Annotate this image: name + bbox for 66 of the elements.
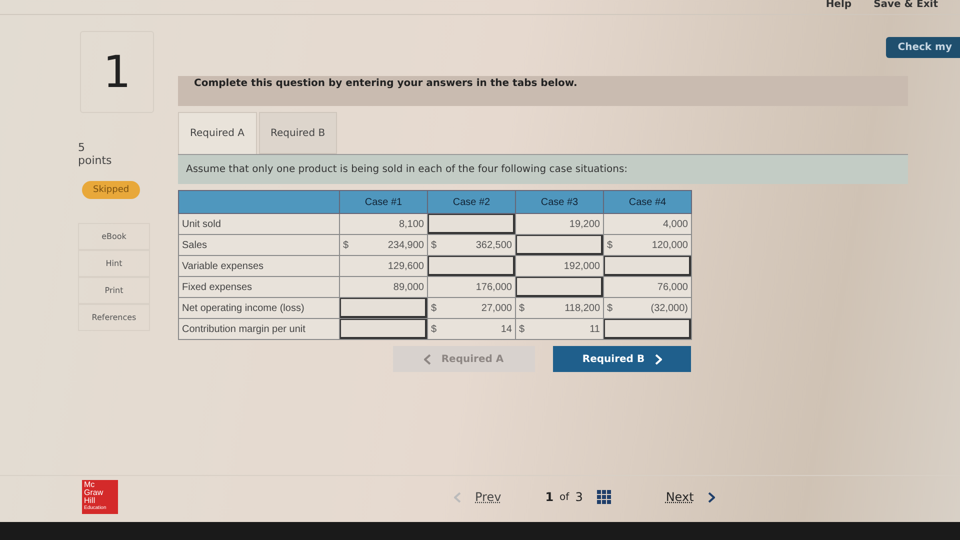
question-number: 1 <box>80 31 154 113</box>
cell-value: 19,200 <box>569 218 600 230</box>
currency-sign: $ <box>431 240 437 250</box>
currency-sign: $ <box>519 324 525 334</box>
row-label: Contribution margin per unit <box>178 318 340 340</box>
cell-value: 11 <box>590 324 600 334</box>
currency-sign: $ <box>431 302 437 314</box>
tool-button[interactable]: Print <box>78 277 150 304</box>
chevron-right-icon <box>654 354 662 364</box>
section-nav-button[interactable]: Required B <box>553 346 691 372</box>
answer-field[interactable] <box>516 277 603 297</box>
cell-value: (32,000) <box>650 302 688 314</box>
tab[interactable]: Required B <box>258 112 338 154</box>
check-button[interactable]: Check my <box>886 37 960 58</box>
cell-value: 14 <box>500 324 512 334</box>
prompt-text: Assume that only one product is being sold in each of the four following case situations: <box>178 154 908 184</box>
chevron-left-icon <box>454 492 461 502</box>
column-header: Case #3 <box>516 190 604 214</box>
answer-field[interactable] <box>516 235 603 255</box>
cell-value: 27,000 <box>481 302 512 314</box>
row-label: Unit sold <box>178 214 340 234</box>
cell-value: 89,000 <box>393 282 424 292</box>
cell-value: 176,000 <box>476 282 512 292</box>
cell-value: 4,000 <box>662 218 688 230</box>
row-label: Variable expenses <box>178 256 340 276</box>
grid-icon[interactable] <box>596 490 612 504</box>
page-total: 3 <box>575 490 583 504</box>
points-label: points <box>78 154 112 167</box>
row-label: Net operating income (loss) <box>178 298 340 318</box>
tool-button[interactable]: References <box>78 304 150 331</box>
row-label: Sales <box>178 234 340 256</box>
row-label: Fixed expenses <box>178 276 340 298</box>
page-of: of <box>560 492 570 502</box>
currency-sign: $ <box>431 324 437 334</box>
prev-link[interactable]: Prev <box>475 490 502 504</box>
cell-value: 120,000 <box>652 240 688 250</box>
currency-sign: $ <box>607 240 613 250</box>
cell-value: 362,500 <box>476 240 512 250</box>
answer-field[interactable] <box>340 298 427 318</box>
cell-value: 8,100 <box>398 218 424 230</box>
cell-value: 129,600 <box>388 260 424 272</box>
cell-value: 76,000 <box>657 282 688 292</box>
answer-field[interactable] <box>428 256 515 276</box>
cell-value: 234,900 <box>388 240 424 250</box>
tool-button[interactable]: eBook <box>78 223 150 250</box>
answer-field[interactable] <box>604 319 691 339</box>
column-header: Case #1 <box>340 190 428 214</box>
answer-field[interactable] <box>604 256 691 276</box>
column-header: Case #4 <box>604 190 692 214</box>
chevron-left-icon <box>424 354 432 364</box>
instruction-text: Complete this question by entering your answers in the tabs below. <box>178 76 908 106</box>
tool-button[interactable]: Hint <box>78 250 150 277</box>
chevron-right-icon <box>708 492 715 502</box>
currency-sign: $ <box>519 302 525 314</box>
status-badge: Skipped <box>82 181 140 199</box>
answer-field[interactable] <box>340 319 427 339</box>
cell-value: 118,200 <box>564 302 600 314</box>
answer-field[interactable] <box>428 214 515 234</box>
tab[interactable]: Required A <box>178 112 257 154</box>
points-value: 5 <box>78 141 86 154</box>
next-link[interactable]: Next <box>666 490 694 504</box>
page-number: 1 <box>545 490 554 504</box>
currency-sign: $ <box>607 302 613 314</box>
column-header: Case #2 <box>428 190 516 214</box>
currency-sign: $ <box>343 240 349 250</box>
cell-value: 192,000 <box>564 260 600 272</box>
